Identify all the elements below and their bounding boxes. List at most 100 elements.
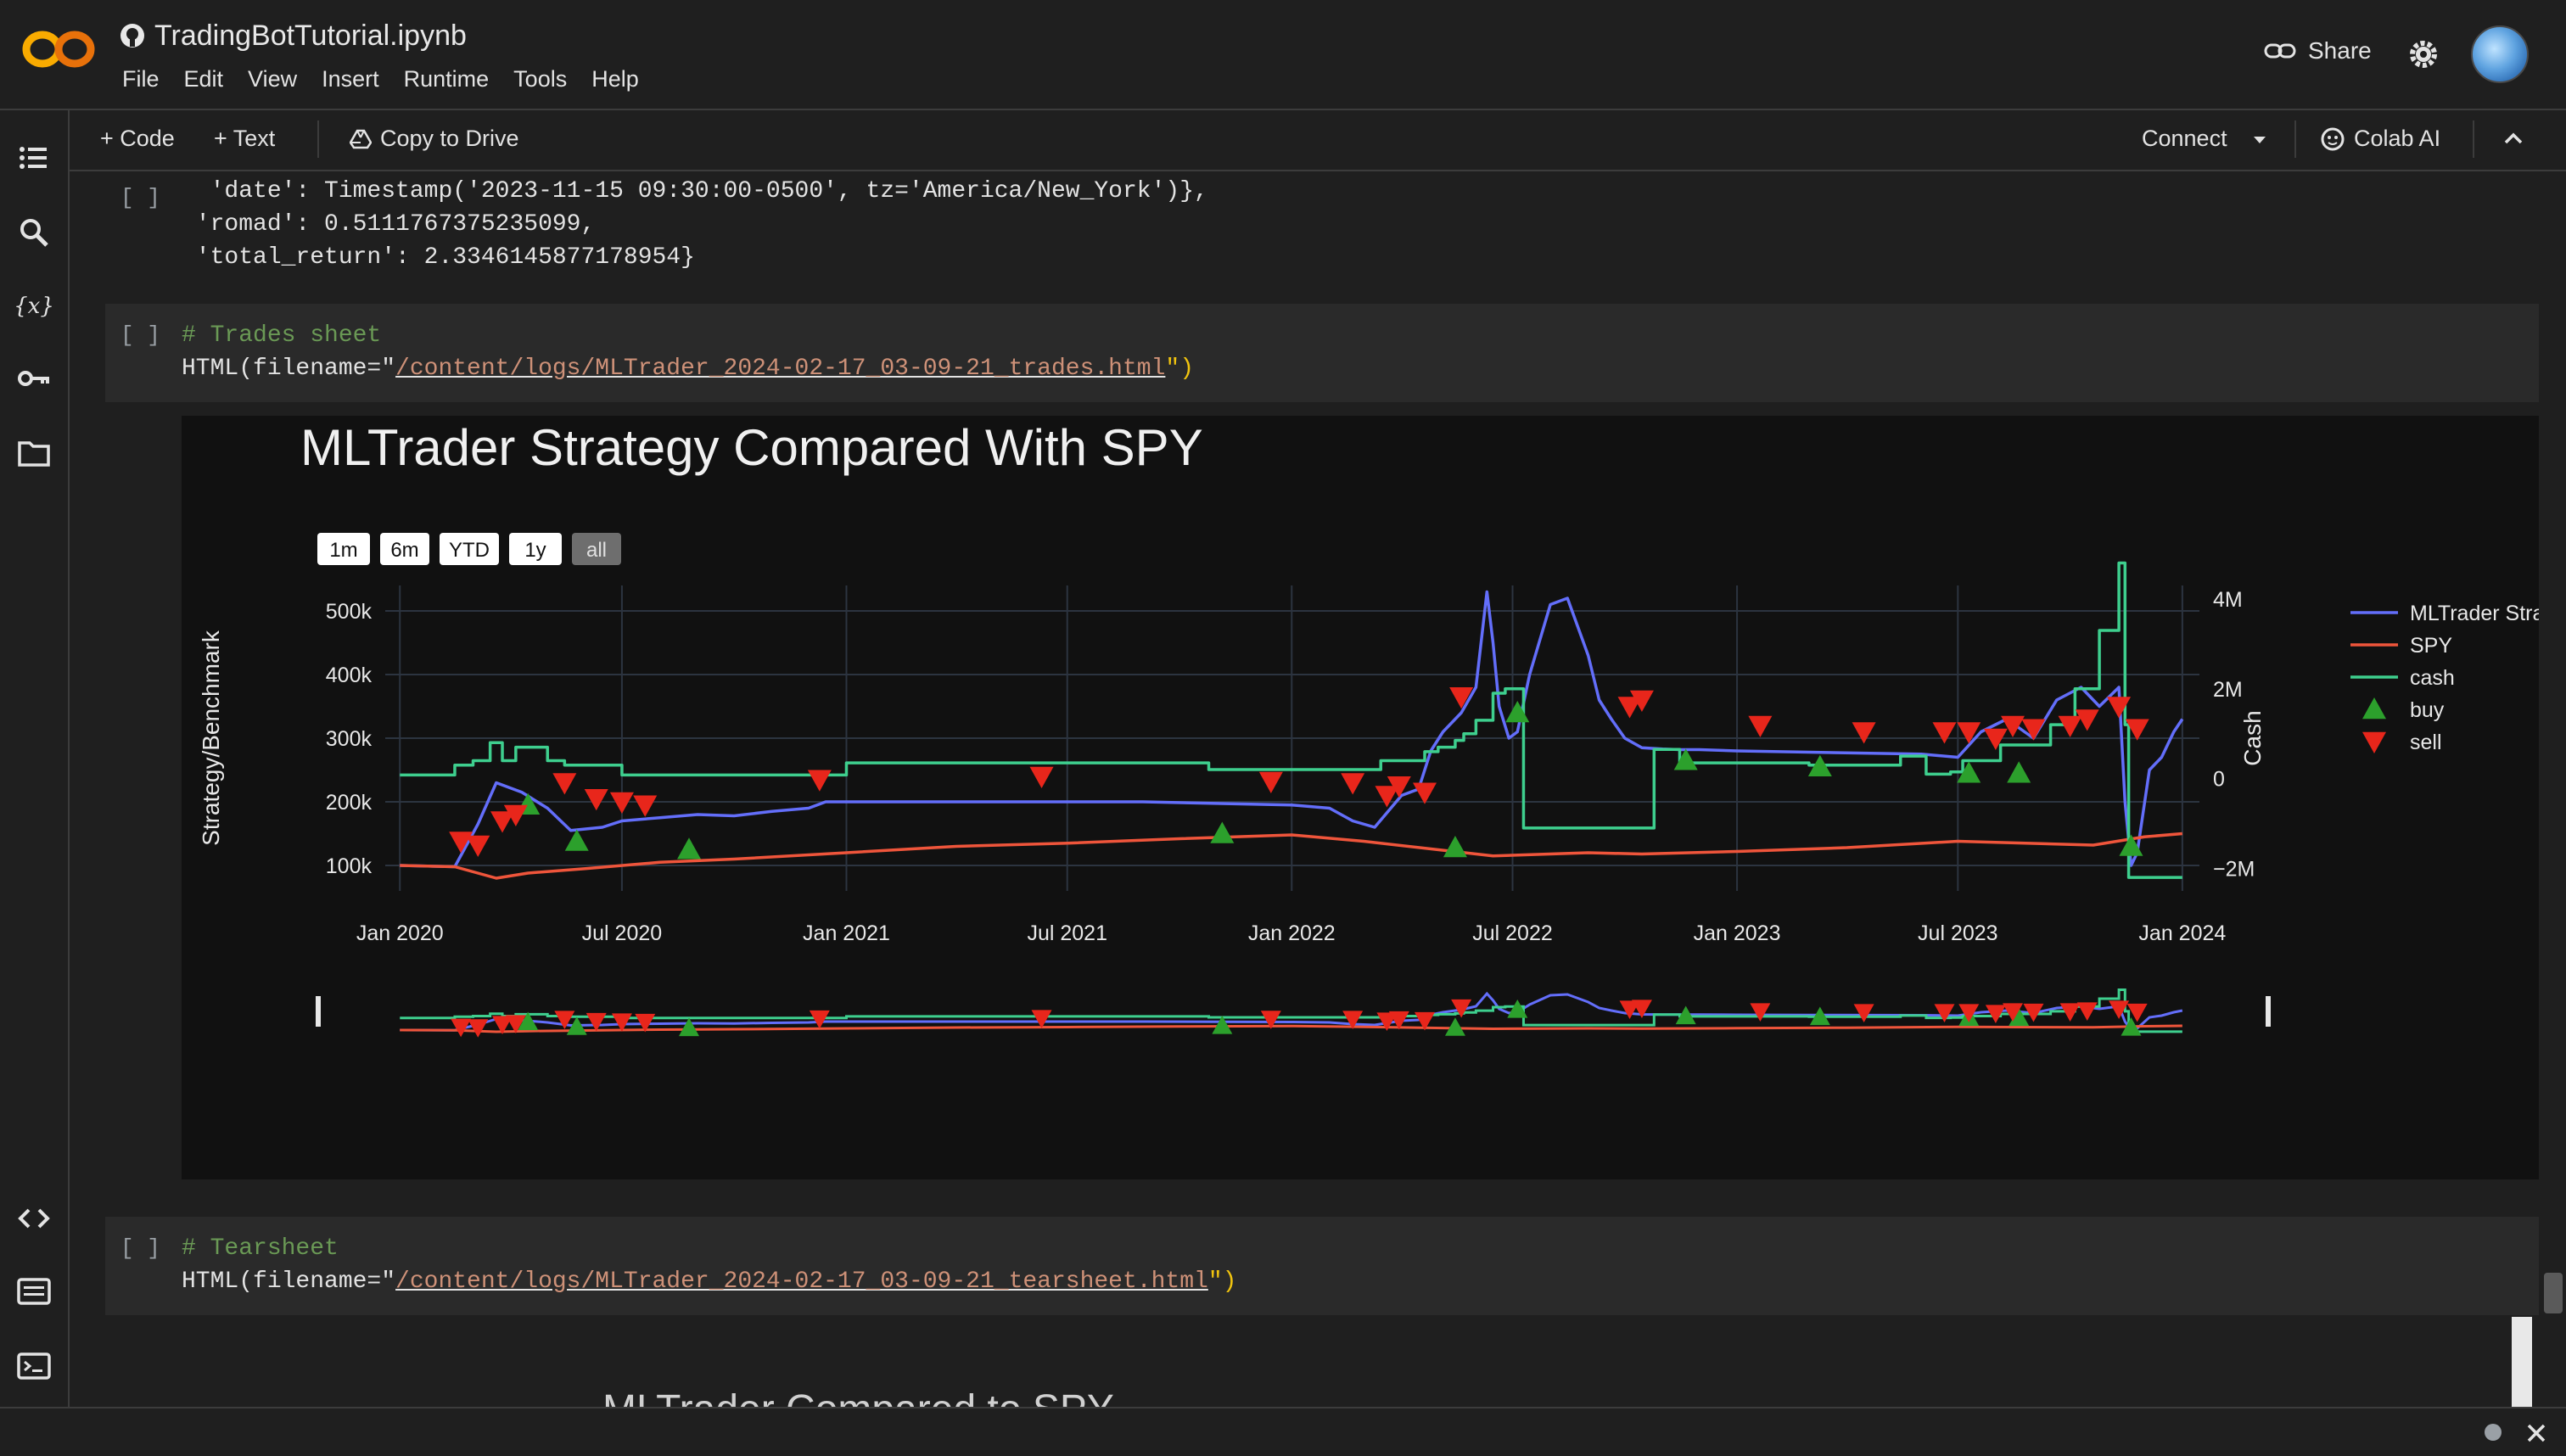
range-button-label: YTD — [449, 539, 490, 562]
sell-marker — [1852, 722, 1876, 744]
menu-view[interactable]: View — [248, 66, 297, 92]
github-icon — [120, 24, 144, 48]
code-path-string[interactable]: /content/logs/MLTrader_2024-02-17_03-09-… — [395, 356, 1165, 382]
toolbar-divider — [2294, 120, 2296, 158]
code-snippets-icon[interactable] — [15, 1200, 53, 1237]
code-prefix: HTML(filename=" — [182, 1268, 396, 1295]
trades-cell-run-button[interactable]: [ ] — [120, 322, 160, 348]
notebook-title[interactable]: TradingBotTutorial.ipynb — [119, 17, 467, 54]
sell-marker — [584, 789, 608, 811]
status-bar — [0, 1407, 2566, 1456]
share-label: Share — [2308, 37, 2372, 64]
close-icon[interactable] — [2525, 1422, 2547, 1444]
y2-tick-label: −2M — [2213, 858, 2255, 882]
sell-marker — [1341, 773, 1365, 795]
range-slider-handle-right[interactable] — [2266, 996, 2271, 1027]
menu-file[interactable]: File — [122, 66, 160, 92]
menu-bar: File Edit View Insert Runtime Tools Help — [122, 66, 664, 92]
plotly-chart-output[interactable]: MLTrader Strategy Compared With SPY 1m 6m Y… — [182, 416, 2566, 1179]
search-icon[interactable] — [15, 214, 53, 251]
x-tick-label: Jan 2020 — [356, 921, 444, 945]
range-slider-area — [384, 982, 2200, 1044]
output-line: 'date': Timestamp('2023-11-15 09:30:00-0… — [182, 178, 1208, 204]
add-code-cell-button[interactable]: + Code — [100, 126, 175, 152]
tearsheet-cell-run-button[interactable]: [ ] — [120, 1235, 160, 1261]
collapse-chevron-up-icon[interactable] — [2502, 127, 2525, 151]
chevron-down-icon[interactable] — [2252, 134, 2267, 146]
code-prefix: HTML(filename=" — [182, 356, 396, 382]
x-tick-label: Jan 2021 — [803, 921, 890, 945]
sell-marker — [609, 792, 634, 814]
colab-ai-icon — [2321, 127, 2345, 150]
sell-marker — [1932, 722, 1957, 744]
connect-button[interactable]: Connect — [2142, 126, 2227, 152]
notebook-toolbar: + Code + Text Copy to Drive Connect Cola… — [70, 110, 2566, 171]
trades-code[interactable]: # Trades sheet HTML(filename="/content/lo… — [182, 319, 1194, 385]
add-code-label: + Code — [100, 126, 175, 151]
add-text-label: + Text — [214, 126, 276, 151]
colab-ai-button[interactable]: Colab AI — [2320, 126, 2440, 152]
x-tick-label: Jul 2023 — [1918, 921, 1998, 945]
previous-cell-output: 'date': Timestamp('2023-11-15 09:30:00-0… — [182, 175, 1208, 274]
range-button-label: 1m — [329, 539, 357, 562]
legend-label[interactable]: cash — [2410, 666, 2455, 690]
code-path-string[interactable]: /content/logs/MLTrader_2024-02-17_03-09-… — [395, 1268, 1208, 1295]
menu-insert[interactable]: Insert — [322, 66, 379, 92]
terminal-icon[interactable] — [15, 1347, 53, 1385]
sell-marker — [807, 770, 832, 792]
output-scrollbar-thumb[interactable] — [2512, 1317, 2532, 1407]
variables-icon[interactable]: {x} — [15, 287, 53, 324]
menu-runtime[interactable]: Runtime — [404, 66, 490, 92]
range-button-label: 1y — [524, 539, 546, 562]
y-tick-label: 300k — [326, 727, 373, 751]
sell-marker — [466, 835, 490, 857]
output-line: 'romad': 0.5111767375235099, — [182, 211, 596, 238]
sell-marker — [1029, 766, 1054, 788]
gear-icon[interactable] — [2406, 37, 2440, 71]
sell-marker — [1983, 728, 2008, 750]
cell-run-bracket[interactable]: [ ] — [120, 185, 160, 210]
notebook-content[interactable]: [ ] 'date': Timestamp('2023-11-15 09:30:… — [70, 171, 2566, 1407]
runtime-status-dot-icon[interactable] — [2483, 1422, 2503, 1442]
buy-marker — [1443, 836, 1467, 858]
buy-marker — [1210, 821, 1235, 843]
menu-help[interactable]: Help — [591, 66, 639, 92]
legend-label[interactable]: SPY — [2410, 634, 2452, 658]
legend-swatch — [2362, 697, 2386, 720]
chart-svg[interactable]: MLTrader Strategy Compared With SPY 1m 6m Y… — [182, 416, 2566, 1179]
x-tick-label: Jul 2020 — [582, 921, 663, 945]
sell-marker — [2058, 715, 2082, 737]
code-comment: # Tearsheet — [182, 1235, 339, 1262]
menu-edit[interactable]: Edit — [184, 66, 224, 92]
y-tick-label: 400k — [326, 664, 373, 687]
command-palette-icon[interactable] — [15, 1273, 53, 1310]
legend-label[interactable]: MLTrader Strategy — [2410, 602, 2566, 625]
menu-tools[interactable]: Tools — [513, 66, 567, 92]
share-button[interactable]: Share — [2264, 37, 2372, 64]
table-of-contents-icon[interactable] — [15, 139, 53, 176]
y-tick-label: 100k — [326, 854, 373, 878]
tearsheet-code[interactable]: # Tearsheet HTML(filename="/content/logs/… — [182, 1232, 1236, 1298]
legend-label[interactable]: sell — [2410, 731, 2442, 754]
sell-marker — [1957, 722, 1981, 744]
y-axis-label: Strategy/Benchmark — [198, 630, 224, 846]
code-line: HTML(filename="/content/logs/MLTrader_20… — [182, 1265, 1236, 1298]
copy-to-drive-label: Copy to Drive — [380, 126, 519, 151]
output-line: 'total_return': 2.3346145877178954} — [182, 244, 695, 271]
x-tick-label: Jan 2023 — [1694, 921, 1781, 945]
range-button-label: all — [586, 539, 607, 562]
sell-marker — [633, 795, 658, 817]
add-text-cell-button[interactable]: + Text — [214, 126, 275, 152]
secrets-key-icon[interactable] — [15, 360, 53, 397]
y2-tick-label: 2M — [2213, 678, 2243, 702]
legend-label[interactable]: buy — [2410, 698, 2445, 722]
copy-to-drive-button[interactable]: Copy to Drive — [350, 126, 519, 152]
page-scrollbar-thumb[interactable] — [2544, 1273, 2563, 1313]
colab-logo[interactable] — [20, 24, 98, 75]
sell-marker — [1748, 715, 1773, 737]
toolbar-divider — [2473, 120, 2474, 158]
code-line: HTML(filename="/content/logs/MLTrader_20… — [182, 352, 1194, 385]
user-avatar[interactable] — [2471, 25, 2529, 83]
range-slider-handle-left[interactable] — [316, 996, 321, 1027]
files-folder-icon[interactable] — [15, 434, 53, 472]
